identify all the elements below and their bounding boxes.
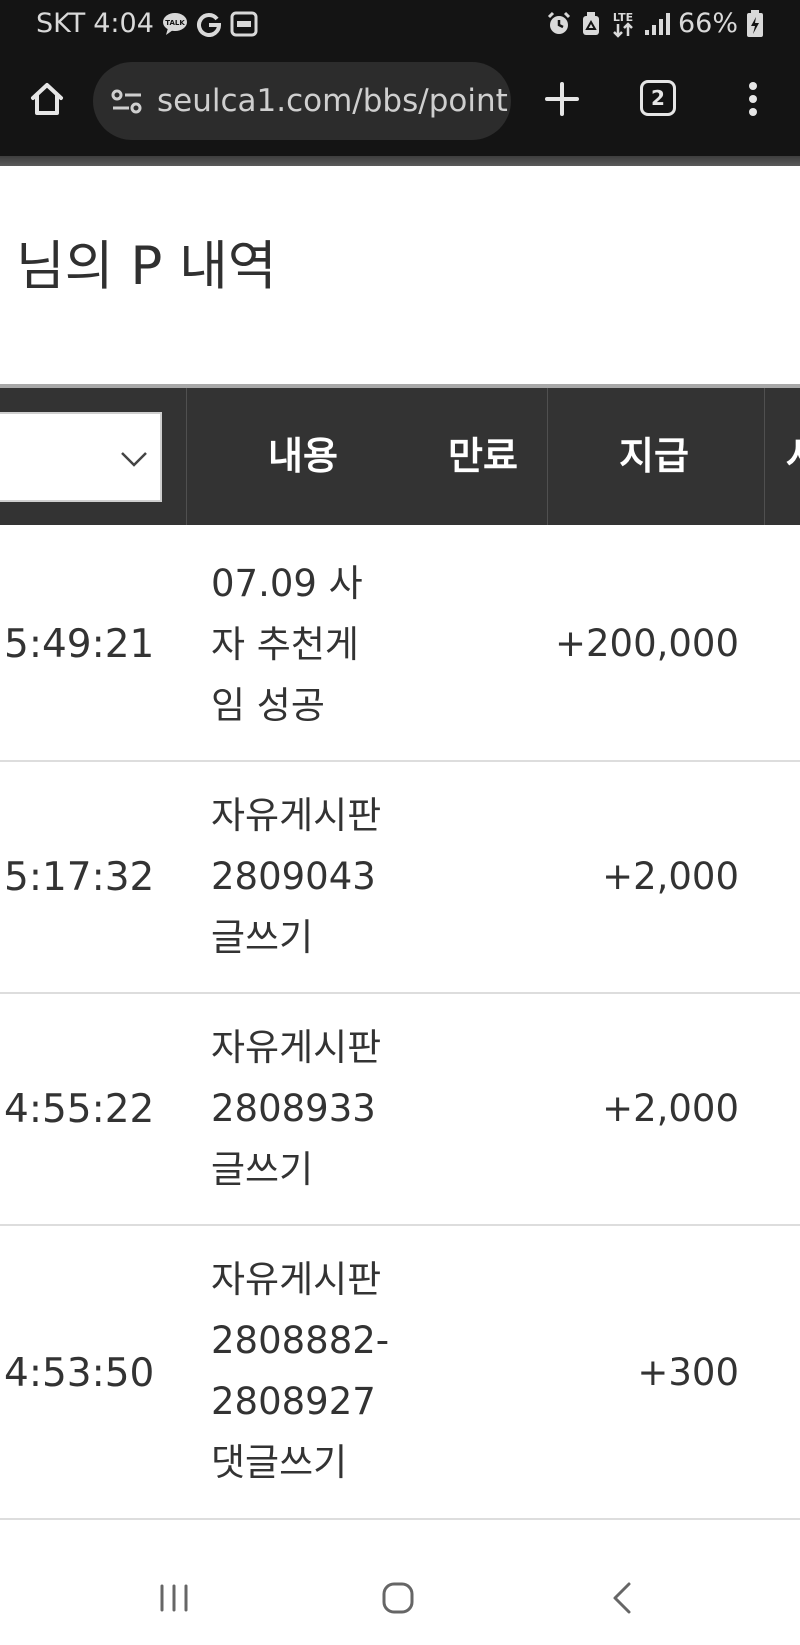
talk-icon: TALK [162,12,188,36]
header-expiry: 만료 [448,434,518,478]
table-row: 5:17:32 자유게시판 2809043 글쓰기 +2,000 [0,762,800,994]
home-circle-icon [382,1582,414,1614]
row-time: 4:55:22 [4,1087,155,1132]
table-row: 4:55:22 자유게시판 2808933 글쓰기 +2,000 [0,994,800,1226]
browser-menu-button[interactable] [738,74,768,124]
row-time: 5:49:21 [4,622,155,667]
table-row: 4:53:50 자유게시판 2808882- 2808927 댓글쓰기 +300 [0,1226,800,1520]
row-time: 5:17:32 [4,855,155,900]
row-amount: +300 [637,1351,739,1394]
battery-percent: 66% [677,8,738,39]
clock: 4:04 [93,8,154,39]
back-icon [613,1582,631,1614]
network-type-label: LTE [613,11,633,24]
home-icon [31,83,63,115]
address-bar[interactable]: seulca1.com/bbs/point [93,62,511,140]
page-title: 님의 P 내역 [16,236,277,297]
system-home-button[interactable] [368,1570,428,1626]
row-description: 자유게시판 2808933 글쓰기 [211,1026,382,1191]
header-payment: 지급 [619,434,689,478]
browser-toolbar: seulca1.com/bbs/point 2 [0,50,800,156]
system-nav-bar [0,1548,800,1645]
battery-charging-icon [746,9,764,38]
row-amount: +200,000 [554,622,739,665]
row-amount: +2,000 [602,1087,739,1130]
table-header: 내용 만료 지급 사 [0,388,800,525]
header-partial: 사 [786,434,800,478]
site-info-icon[interactable] [107,81,147,121]
recycle-icon [580,11,602,37]
row-amount: +2,000 [602,855,739,898]
status-left: SKT 4:04 TALK [36,8,258,39]
column-divider [547,388,548,525]
header-content: 내용 [268,434,338,478]
recent-apps-icon [160,1584,188,1612]
tab-count: 2 [651,86,665,110]
lte-arrows-icon: LTE [610,10,636,38]
app-icon [230,11,258,37]
row-description: 07.09 사 자 추천게 임 성공 [211,562,363,727]
home-button[interactable] [22,74,72,124]
url-text[interactable]: seulca1.com/bbs/point [157,83,508,119]
status-right: LTE 66% [546,8,764,39]
new-tab-button[interactable] [540,74,584,124]
svg-text:TALK: TALK [165,19,185,27]
carrier-label: SKT [36,8,86,39]
more-vert-icon [749,82,757,116]
status-bar: SKT 4:04 TALK LTE 66% [0,0,800,50]
date-sort-select[interactable] [0,412,162,502]
toolbar-shadow [0,156,800,166]
table-row: 5:49:21 07.09 사 자 추천게 임 성공 +200,000 [0,525,800,762]
alarm-icon [546,11,572,37]
signal-icon [644,12,670,36]
plus-icon [545,82,579,116]
tab-switcher-button[interactable]: 2 [640,80,676,116]
system-back-button[interactable] [592,1570,652,1626]
row-time: 4:53:50 [4,1351,155,1396]
recent-apps-button[interactable] [144,1570,204,1626]
column-divider [186,388,187,525]
chevron-down-icon [121,452,147,467]
column-divider [764,388,765,525]
row-description: 자유게시판 2808882- 2808927 댓글쓰기 [211,1258,390,1484]
row-description: 자유게시판 2809043 글쓰기 [211,794,382,959]
google-icon [196,11,222,37]
